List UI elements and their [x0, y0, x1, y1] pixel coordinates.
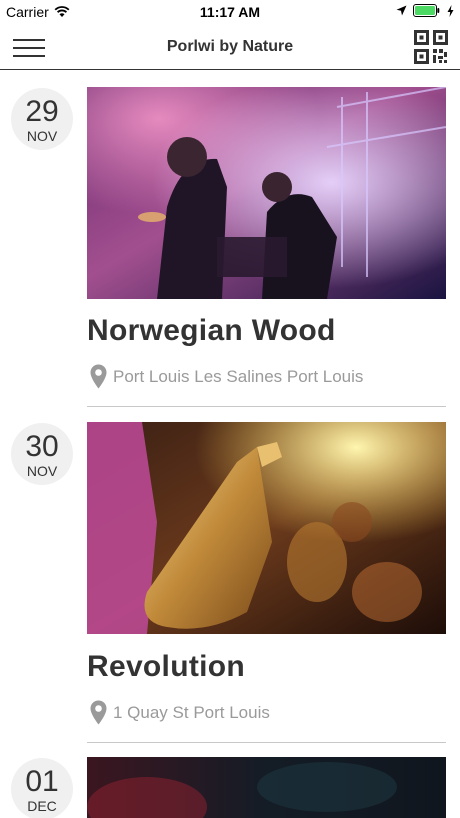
date-badge: 29 NOV [11, 88, 73, 150]
date-day: 30 [25, 430, 59, 463]
location-label: Port Louis Les Salines Port Louis [113, 366, 364, 386]
location-arrow-icon [396, 5, 407, 16]
divider [87, 742, 446, 743]
date-month: NOV [26, 463, 58, 479]
date-day: 29 [25, 95, 59, 128]
status-bar: Carrier 11:17 AM [0, 0, 460, 24]
map-pin-icon [90, 700, 107, 725]
event-image[interactable] [87, 87, 446, 299]
map-pin-icon [90, 364, 107, 389]
date-badge: 01 DEC [11, 758, 73, 818]
charging-bolt-icon [447, 4, 454, 17]
location-label: 1 Quay St Port Louis [113, 702, 270, 722]
date-month: DEC [27, 798, 57, 814]
battery-icon [413, 4, 440, 17]
event-image[interactable] [87, 757, 446, 818]
date-badge: 30 NOV [11, 423, 73, 485]
nav-bar: Porlwi by Nature [0, 24, 460, 70]
clock: 11:17 AM [199, 4, 261, 20]
event-title[interactable]: Norwegian Wood [87, 314, 336, 348]
event-location: Port Louis Les Salines Port Louis [90, 364, 363, 389]
divider [87, 406, 446, 407]
qr-code-icon[interactable] [414, 30, 448, 64]
event-location: 1 Quay St Port Louis [90, 700, 270, 725]
date-day: 01 [25, 765, 59, 798]
date-month: NOV [26, 128, 58, 144]
status-icons [396, 4, 454, 17]
event-title[interactable]: Revolution [87, 650, 245, 684]
event-image[interactable] [87, 422, 446, 634]
app-title: Porlwi by Nature [166, 38, 294, 55]
